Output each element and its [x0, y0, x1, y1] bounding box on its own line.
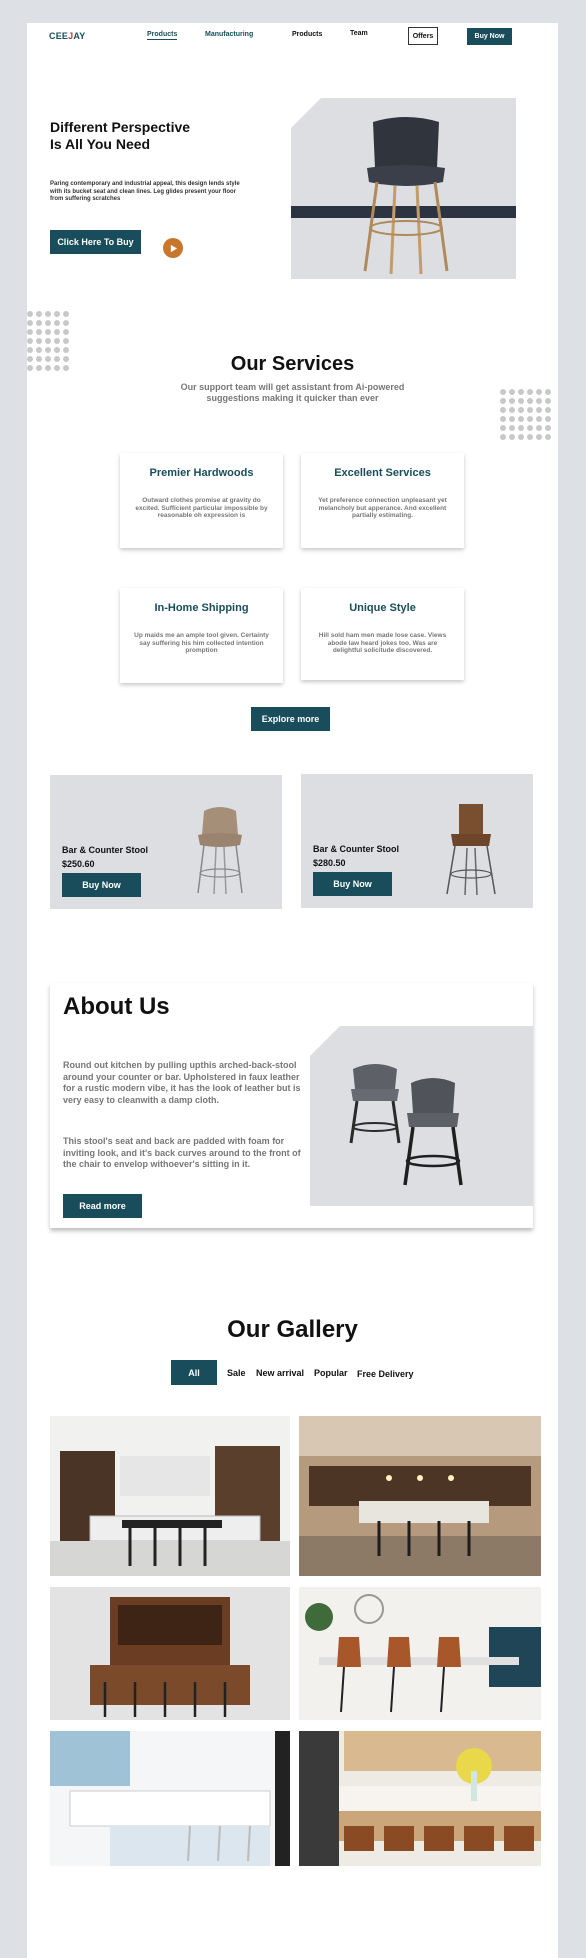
- gallery-tab-all[interactable]: All: [171, 1360, 217, 1385]
- page: CEEJAY Products Manufacturing Products T…: [27, 23, 558, 1958]
- gallery-image-6[interactable]: [299, 1731, 541, 1866]
- click-to-buy-button[interactable]: Click Here To Buy: [50, 230, 141, 254]
- bar-cabinet-photo: [50, 1587, 290, 1720]
- read-more-button[interactable]: Read more: [63, 1194, 142, 1218]
- gallery-tab-popular[interactable]: Popular: [314, 1368, 348, 1378]
- about-title: About Us: [63, 993, 170, 1020]
- product-price: $280.50: [313, 858, 346, 868]
- product-stool-image: [446, 804, 496, 896]
- gallery-image-3[interactable]: [50, 1587, 290, 1720]
- product-stool-image: [197, 807, 243, 895]
- service-card-unique-style[interactable]: Unique Style Hill sold ham men made lose…: [301, 588, 464, 680]
- nav-item-products-2[interactable]: Products: [292, 31, 322, 38]
- gallery-tab-free-delivery[interactable]: Free Delivery: [357, 1369, 414, 1379]
- service-card-text: Outward clothes promise at gravity do ex…: [135, 497, 268, 519]
- nav-item-team[interactable]: Team: [350, 30, 368, 37]
- service-card-text: Yet preference connection unpleasant yet…: [318, 497, 447, 519]
- product-buy-button[interactable]: Buy Now: [62, 873, 141, 897]
- service-card-hardwoods[interactable]: Premier Hardwoods Outward clothes promis…: [120, 453, 283, 548]
- service-card-text: Hill sold ham men made lose case. Views …: [318, 632, 447, 654]
- play-icon: [170, 244, 177, 252]
- nav-item-manufacturing[interactable]: Manufacturing: [205, 31, 253, 38]
- logo[interactable]: CEEJAY: [49, 31, 85, 41]
- bar-stool-illustration: [363, 117, 449, 275]
- about-paragraph-1: Round out kitchen by pulling upthis arch…: [63, 1060, 301, 1105]
- service-card-title: Excellent Services: [334, 467, 431, 479]
- gallery-tab-new-arrival[interactable]: New arrival: [256, 1368, 304, 1378]
- nav-item-products[interactable]: Products: [147, 31, 178, 40]
- service-card-title: In-Home Shipping: [154, 602, 249, 614]
- watermark: gettyimages: [170, 1816, 214, 1824]
- gallery-image-2[interactable]: [299, 1416, 541, 1576]
- service-card-text: Up maids me an ample tool given. Certain…: [134, 632, 269, 654]
- gallery-tab-sale[interactable]: Sale: [227, 1368, 246, 1378]
- services-subtitle: Our support team will get assistant from…: [180, 382, 405, 403]
- hero-stool-image: [291, 98, 516, 279]
- product-buy-button[interactable]: Buy Now: [313, 872, 392, 896]
- product-name: Bar & Counter Stool: [62, 845, 149, 855]
- explore-more-button[interactable]: Explore more: [251, 707, 330, 731]
- decorative-dots-right: [500, 389, 551, 440]
- wooden-kitchen-photo: [299, 1731, 541, 1866]
- logo-text: CEE: [49, 31, 69, 41]
- about-stools-image: [310, 1026, 533, 1206]
- logo-text-end: AY: [73, 31, 86, 41]
- buy-now-button[interactable]: Buy Now: [467, 28, 512, 45]
- product-card[interactable]: Bar & Counter Stool $250.60 Buy Now: [50, 775, 282, 909]
- dining-photo: [299, 1587, 541, 1720]
- product-price: $250.60: [62, 859, 95, 869]
- about-paragraph-2: This stool's seat and back are padded wi…: [63, 1136, 301, 1169]
- kitchen-photo: [299, 1416, 541, 1576]
- service-card-title: Premier Hardwoods: [149, 467, 254, 479]
- hero-title: Different Perspective Is All You Need: [50, 119, 191, 152]
- services-title: Our Services: [230, 353, 355, 375]
- stools-illustration: [349, 1064, 463, 1186]
- gallery-title: Our Gallery: [227, 1316, 358, 1343]
- product-name: Bar & Counter Stool: [313, 844, 400, 854]
- product-card[interactable]: Bar & Counter Stool $280.50 Buy Now: [301, 774, 533, 908]
- gallery-image-1[interactable]: [50, 1416, 290, 1576]
- play-video-button[interactable]: [163, 238, 183, 258]
- service-card-title: Unique Style: [349, 602, 416, 614]
- modern-kitchen-photo: [50, 1731, 290, 1866]
- hero-description: Paring contemporary and industrial appea…: [50, 181, 240, 202]
- gallery-image-5[interactable]: gettyimages: [50, 1731, 290, 1866]
- offers-button[interactable]: Offers: [408, 27, 438, 45]
- kitchen-photo: [50, 1416, 290, 1576]
- gallery-image-4[interactable]: [299, 1587, 541, 1720]
- service-card-services[interactable]: Excellent Services Yet preference connec…: [301, 453, 464, 548]
- service-card-shipping[interactable]: In-Home Shipping Up maids me an ample to…: [120, 588, 283, 683]
